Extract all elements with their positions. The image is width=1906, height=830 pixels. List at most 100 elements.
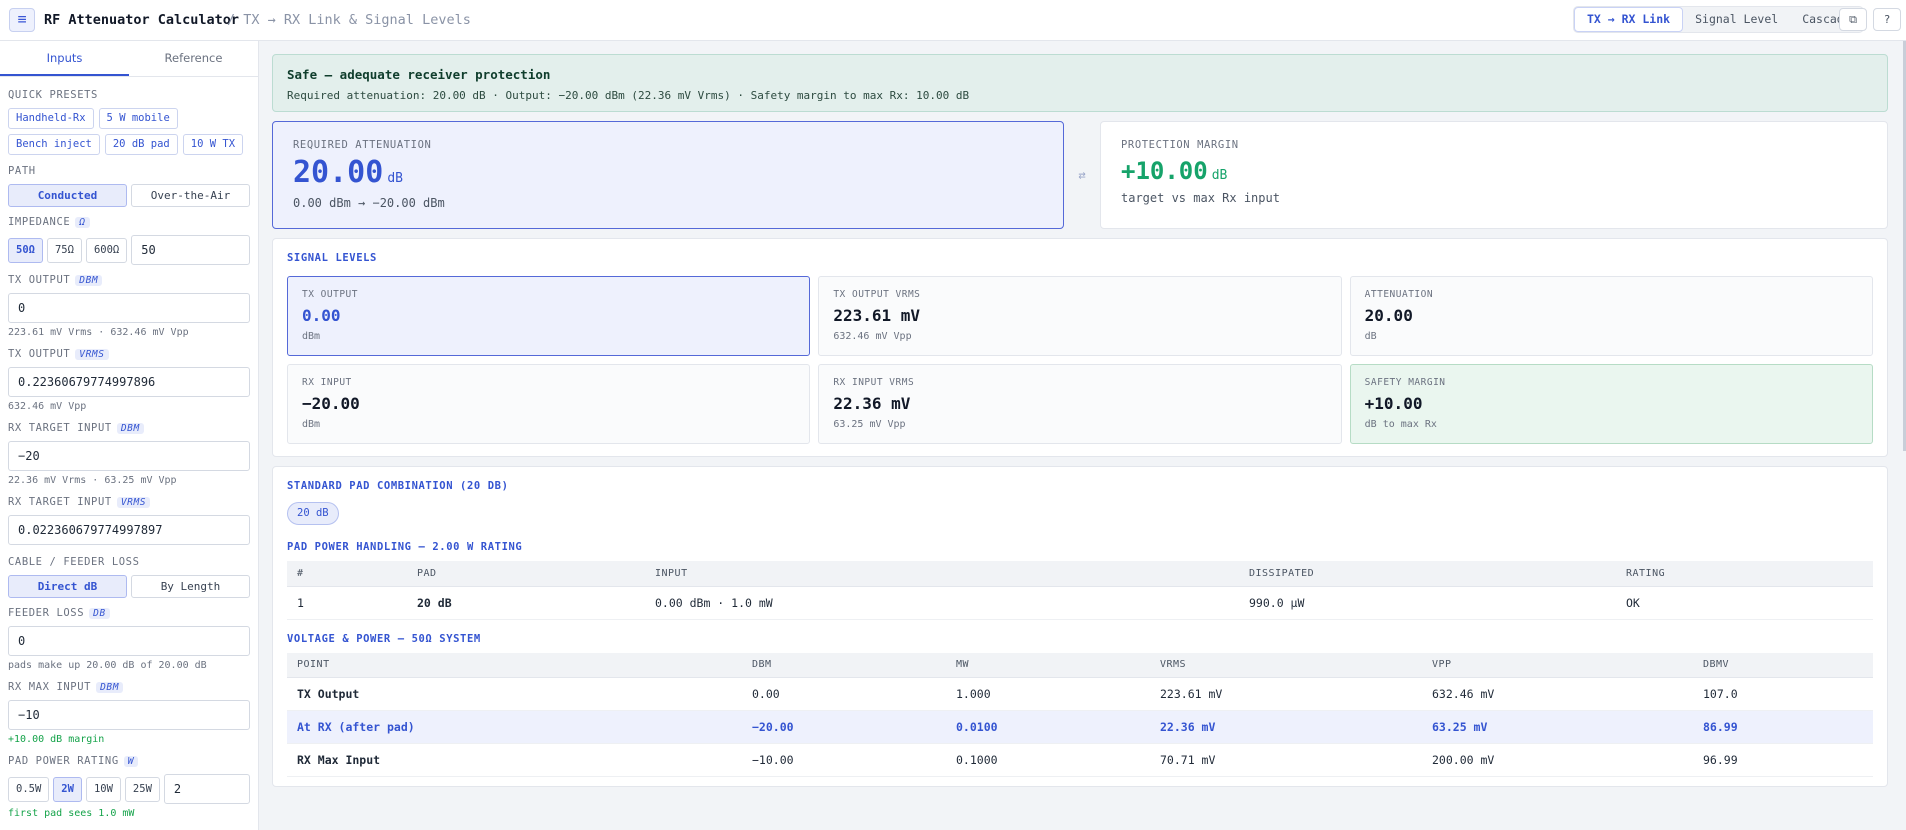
impedance-50-button[interactable]: 50Ω xyxy=(8,237,43,263)
impedance-input[interactable]: 50 xyxy=(131,235,250,265)
copy-icon[interactable]: ⧉ xyxy=(1839,8,1867,31)
card-sub: 0.00 dBm → −20.00 dBm xyxy=(293,196,445,210)
table-cell: 86.99 xyxy=(1693,710,1873,744)
rx-max-label: RX MAX INPUT DBM xyxy=(8,680,250,694)
mode-tab-signal-level[interactable]: Signal Level xyxy=(1683,7,1790,32)
cell-sub: dB xyxy=(1364,331,1377,342)
field-label: RX TARGET INPUT xyxy=(8,422,112,434)
column-header: DBMV xyxy=(1693,652,1873,678)
impedance-75-button[interactable]: 75Ω xyxy=(46,237,82,263)
mode-tab-link[interactable]: TX → RX Link xyxy=(1574,7,1684,32)
preset-20db-pad[interactable]: 20 dB pad xyxy=(104,134,178,155)
card-sub: target vs max Rx input xyxy=(1121,191,1280,205)
cell-label: ATTENUATION xyxy=(1364,289,1434,300)
tx-vrms-hint: 632.46 mV Vpp xyxy=(8,401,87,412)
column-header: VRMS xyxy=(1150,652,1422,678)
rating-10w-button[interactable]: 10W xyxy=(85,776,121,802)
pad-combination-panel: STANDARD PAD COMBINATION (20 DB) 20 dB P… xyxy=(272,466,1888,787)
cable-length-button[interactable]: By Length xyxy=(131,575,250,598)
preset-10w-tx[interactable]: 10 W TX xyxy=(182,134,244,155)
help-icon[interactable]: ? xyxy=(1873,8,1901,31)
protection-margin-card: PROTECTION MARGIN +10.00 dB target vs max… xyxy=(1100,121,1888,229)
status-banner: Safe — adequate receiver protection Requ… xyxy=(272,54,1888,112)
cell-value: 223.61 mV xyxy=(833,306,921,325)
table-cell: 107.0 xyxy=(1693,677,1873,711)
rating-2w-button[interactable]: 2W xyxy=(53,776,82,802)
table-cell: 223.61 mV xyxy=(1150,677,1422,711)
cell-label: RX INPUT xyxy=(302,377,352,388)
rx-dbm-hint: 22.36 mV Vrms · 63.25 mV Vpp xyxy=(8,475,177,486)
preset-list: Handheld-Rx 5 W mobile Bench inject 20 d… xyxy=(8,108,250,155)
unit-badge: VRMS xyxy=(75,348,109,360)
table-cell: 20 dB xyxy=(407,586,645,620)
rx-vrms-label: RX TARGET INPUT VRMS xyxy=(8,495,250,509)
table-row: RX Max Input −10.00 0.1000 70.71 mV 200.… xyxy=(287,743,1873,777)
required-attenuation-value: 20.00 dB xyxy=(293,155,1043,190)
swap-icon[interactable]: ⇄ xyxy=(1064,168,1100,182)
field-label: RX MAX INPUT xyxy=(8,681,92,693)
cell-value: 22.36 mV xyxy=(833,394,911,413)
column-header: DISSIPATED xyxy=(1239,561,1616,587)
preset-bench-inject[interactable]: Bench inject xyxy=(8,134,100,155)
tab-inputs[interactable]: Inputs xyxy=(0,41,129,76)
panel-title: STANDARD PAD COMBINATION (20 DB) xyxy=(287,480,509,492)
rx-dbm-label: RX TARGET INPUT DBM xyxy=(8,421,250,435)
section-label: PATH xyxy=(8,165,36,177)
sidebar: Inputs Reference QUICK PRESETS Handheld-… xyxy=(0,41,259,830)
column-header: POINT xyxy=(287,652,742,678)
rx-max-input[interactable]: −10 xyxy=(8,700,250,730)
path-conducted-button[interactable]: Conducted xyxy=(8,184,127,207)
preset-5w-mobile[interactable]: 5 W mobile xyxy=(98,108,178,129)
column-header: MW xyxy=(946,652,1150,678)
cell-value: 0.00 xyxy=(302,306,341,325)
rating-input[interactable]: 2 xyxy=(163,774,250,804)
unit-text: dB xyxy=(387,171,403,186)
impedance-600-button[interactable]: 600Ω xyxy=(85,237,128,263)
table-cell: 1 xyxy=(287,586,407,620)
cell-label: TX OUTPUT VRMS xyxy=(833,289,921,300)
path-ota-button[interactable]: Over-the-Air xyxy=(131,184,250,207)
table-cell: 990.0 µW xyxy=(1239,586,1616,620)
tx-dbm-label: TX OUTPUT DBM xyxy=(8,273,250,287)
unit-badge: DBM xyxy=(75,274,103,286)
tx-dbm-input[interactable]: 0 xyxy=(8,293,250,323)
menu-icon[interactable]: ≡ xyxy=(9,8,35,32)
column-header: RATING xyxy=(1616,561,1873,587)
cell-label: SAFETY MARGIN xyxy=(1364,377,1446,388)
card-label: REQUIRED ATTENUATION xyxy=(293,139,432,151)
tx-vrms-input[interactable]: 0.22360679774997896 xyxy=(8,367,250,397)
table-cell: 63.25 mV xyxy=(1422,710,1693,744)
table-cell: 1.000 xyxy=(946,677,1150,711)
section-label: CABLE / FEEDER LOSS xyxy=(8,556,140,568)
field-label: FEEDER LOSS xyxy=(8,607,85,619)
panel-title: SIGNAL LEVELS xyxy=(287,252,377,264)
cable-direct-button[interactable]: Direct dB xyxy=(8,575,127,598)
mode-switcher: TX → RX Link Signal Level Cascade xyxy=(1573,6,1864,33)
signal-cell-attenuation: ATTENUATION 20.00 dB xyxy=(1349,276,1873,356)
rx-vrms-input[interactable]: 0.022360679774997897 xyxy=(8,515,250,545)
unit-badge: Ω xyxy=(75,216,90,228)
field-label: PAD POWER RATING xyxy=(8,755,119,767)
preset-handheld-rx[interactable]: Handheld-Rx xyxy=(8,108,94,129)
cell-value: −20.00 xyxy=(302,394,360,413)
field-label: IMPEDANCE xyxy=(8,216,71,228)
table-cell: At RX (after pad) xyxy=(287,710,742,744)
power-handling-title: PAD POWER HANDLING — 2.00 W RATING xyxy=(287,541,523,553)
table-cell: 632.46 mV xyxy=(1422,677,1693,711)
table-cell: −20.00 xyxy=(742,710,946,744)
signal-cell-rx-vrms: RX INPUT VRMS 22.36 mV 63.25 mV Vpp xyxy=(818,364,1342,444)
cell-label: TX OUTPUT xyxy=(302,289,358,300)
banner-title: Safe — adequate receiver protection xyxy=(287,67,551,82)
signal-cell-tx-output: TX OUTPUT 0.00 dBm xyxy=(287,276,811,356)
rating-0-5w-button[interactable]: 0.5W xyxy=(8,776,50,802)
rating-25w-button[interactable]: 25W xyxy=(124,776,160,802)
tab-reference[interactable]: Reference xyxy=(129,41,258,76)
column-header: PAD xyxy=(407,561,645,587)
cell-sub: dBm xyxy=(302,331,321,342)
signal-cell-tx-vrms: TX OUTPUT VRMS 223.61 mV 632.46 mV Vpp xyxy=(818,276,1342,356)
unit-badge: VRMS xyxy=(116,496,151,508)
rx-dbm-input[interactable]: −20 xyxy=(8,441,250,471)
signal-cell-rx-input: RX INPUT −20.00 dBm xyxy=(287,364,811,444)
table-cell: 0.00 dBm · 1.0 mW xyxy=(645,586,1239,620)
feeder-loss-input[interactable]: 0 xyxy=(8,626,250,656)
